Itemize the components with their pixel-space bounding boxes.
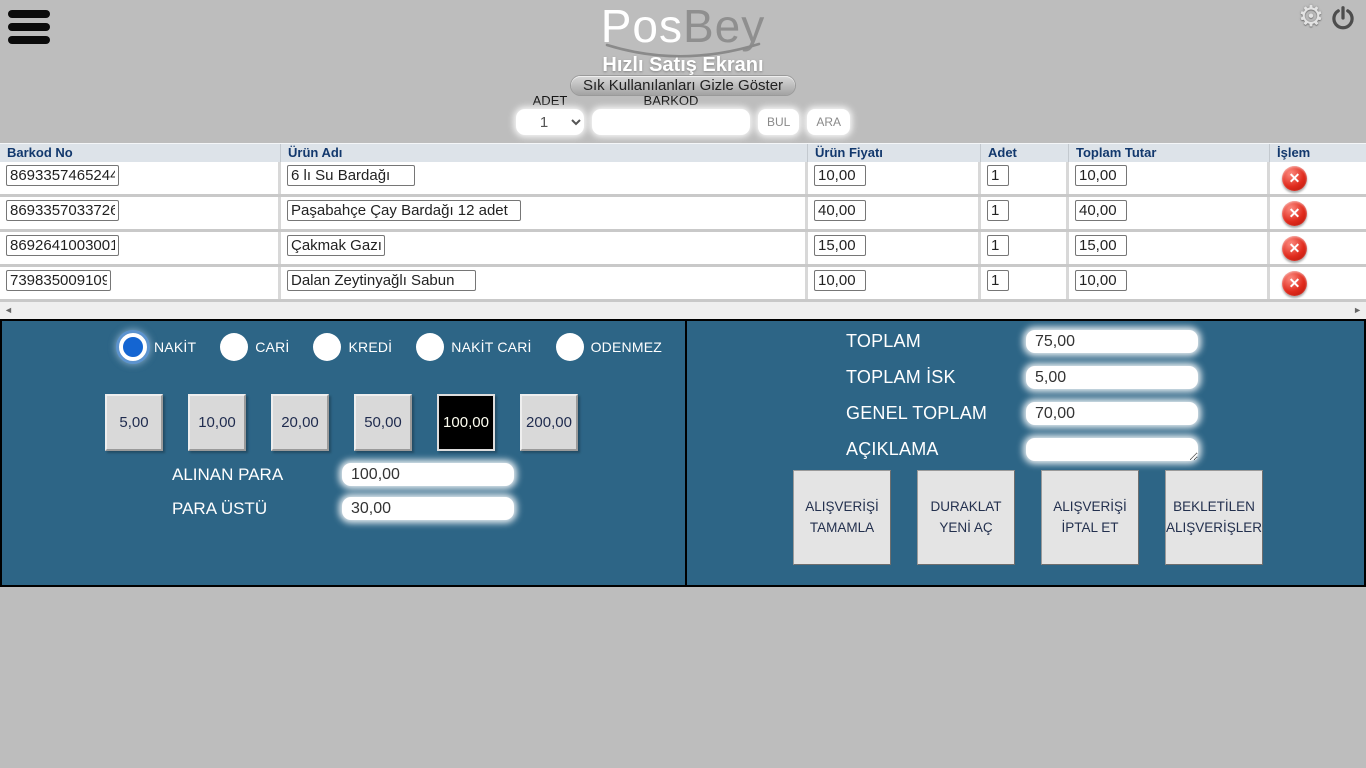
denom-button-100[interactable]: 100,00 <box>437 394 495 451</box>
bul-button[interactable]: BUL <box>758 109 799 135</box>
radio-icon[interactable] <box>556 333 584 361</box>
alisverisi-iptal-et-button[interactable]: ALIŞVERİŞİ İPTAL ET <box>1041 470 1139 565</box>
payment-method-label: CARİ <box>255 339 289 355</box>
para-ustu-input[interactable] <box>342 497 514 520</box>
alisverisi-tamamla-button[interactable]: ALIŞVERİŞİ TAMAMLA <box>793 470 891 565</box>
scroll-right-arrow-icon[interactable]: ► <box>1353 306 1362 315</box>
denom-button-20[interactable]: 20,00 <box>271 394 329 451</box>
row-toplam-input[interactable] <box>1075 270 1127 291</box>
delete-row-icon[interactable]: ✕ <box>1282 236 1307 261</box>
row-toplam-input[interactable] <box>1075 200 1127 221</box>
aciklama-textarea[interactable] <box>1026 438 1198 461</box>
header: PosBey ⚙ Hızlı Satış Ekranı Sık Kullanıl… <box>0 0 1366 143</box>
denomination-buttons: 5,00 10,00 20,00 50,00 100,00 200,00 <box>2 361 685 451</box>
payment-method-label: KREDİ <box>348 339 392 355</box>
payment-method-nakit[interactable]: NAKİT <box>119 333 196 361</box>
row-barkod-input[interactable] <box>6 200 119 221</box>
alinan-para-label: ALINAN PARA <box>172 465 342 485</box>
page-title: Hızlı Satış Ekranı <box>0 54 1366 77</box>
row-fiyat-input[interactable] <box>814 165 866 186</box>
radio-icon[interactable] <box>220 333 248 361</box>
row-barkod-input[interactable] <box>6 270 111 291</box>
genel-toplam-input[interactable] <box>1026 402 1198 425</box>
column-header-urun-adi: Ürün Adı <box>281 144 808 162</box>
payment-method-kredi[interactable]: KREDİ <box>313 333 392 361</box>
logo-pos: Pos <box>601 0 683 52</box>
toplam-isk-input[interactable] <box>1026 366 1198 389</box>
payment-left-section: NAKİT CARİ KREDİ NAKİT CARİ ODENMEZ 5,00… <box>2 321 685 585</box>
row-fiyat-input[interactable] <box>814 200 866 221</box>
delete-row-icon[interactable]: ✕ <box>1282 271 1307 296</box>
totals-section: TOPLAM TOPLAM İSK GENEL TOPLAM AÇIKLAMA … <box>685 321 1364 585</box>
radio-selected-icon[interactable] <box>119 333 147 361</box>
table-row: ✕ <box>0 197 1366 232</box>
adet-label: ADET <box>533 93 568 108</box>
table-row: ✕ <box>0 162 1366 197</box>
payment-method-label: NAKİT <box>154 339 196 355</box>
row-urun-adi-input[interactable] <box>287 200 521 221</box>
payment-methods: NAKİT CARİ KREDİ NAKİT CARİ ODENMEZ <box>2 321 685 361</box>
table-header-row: Barkod No Ürün Adı Ürün Fiyatı Adet Topl… <box>0 143 1366 162</box>
sale-items-table: Barkod No Ürün Adı Ürün Fiyatı Adet Topl… <box>0 143 1366 319</box>
delete-row-icon[interactable]: ✕ <box>1282 166 1307 191</box>
radio-icon[interactable] <box>313 333 341 361</box>
settings-gear-icon[interactable]: ⚙ <box>1298 3 1324 32</box>
row-barkod-input[interactable] <box>6 165 119 186</box>
aciklama-label: AÇIKLAMA <box>846 439 1026 460</box>
ara-button[interactable]: ARA <box>807 109 850 135</box>
column-header-barkod: Barkod No <box>0 144 281 162</box>
column-header-islem: İşlem <box>1270 144 1366 162</box>
row-toplam-input[interactable] <box>1075 235 1127 256</box>
denom-button-10[interactable]: 10,00 <box>188 394 246 451</box>
payment-method-cari[interactable]: CARİ <box>220 333 289 361</box>
search-row: ADET 1 BARKOD BUL ARA <box>0 93 1366 135</box>
action-buttons: ALIŞVERİŞİ TAMAMLA DURAKLAT YENİ AÇ ALIŞ… <box>687 461 1364 565</box>
row-adet-input[interactable] <box>987 200 1009 221</box>
denom-button-200[interactable]: 200,00 <box>520 394 578 451</box>
toplam-isk-label: TOPLAM İSK <box>846 367 1026 388</box>
payment-method-label: NAKİT CARİ <box>451 339 531 355</box>
toplam-label: TOPLAM <box>846 331 1026 352</box>
power-icon[interactable] <box>1330 5 1356 31</box>
scroll-left-arrow-icon[interactable]: ◄ <box>4 306 13 315</box>
row-urun-adi-input[interactable] <box>287 165 415 186</box>
row-urun-adi-input[interactable] <box>287 235 385 256</box>
toplam-input[interactable] <box>1026 330 1198 353</box>
delete-row-icon[interactable]: ✕ <box>1282 201 1307 226</box>
table-row: ✕ <box>0 232 1366 267</box>
payment-method-nakit-cari[interactable]: NAKİT CARİ <box>416 333 531 361</box>
adet-select[interactable]: 1 <box>516 109 584 135</box>
row-adet-input[interactable] <box>987 270 1009 291</box>
radio-icon[interactable] <box>416 333 444 361</box>
logo-bey: Bey <box>683 0 765 52</box>
barkod-input[interactable] <box>592 109 750 135</box>
column-header-urun-fiyati: Ürün Fiyatı <box>808 144 981 162</box>
row-fiyat-input[interactable] <box>814 270 866 291</box>
row-fiyat-input[interactable] <box>814 235 866 256</box>
denom-button-50[interactable]: 50,00 <box>354 394 412 451</box>
row-barkod-input[interactable] <box>6 235 119 256</box>
row-toplam-input[interactable] <box>1075 165 1127 186</box>
barkod-label: BARKOD <box>644 93 699 108</box>
bekletilen-alisverisler-button[interactable]: BEKLETİLEN ALIŞVERİŞLER <box>1165 470 1263 565</box>
payment-panel: NAKİT CARİ KREDİ NAKİT CARİ ODENMEZ 5,00… <box>0 319 1366 587</box>
row-adet-input[interactable] <box>987 165 1009 186</box>
para-ustu-label: PARA ÜSTÜ <box>172 499 342 519</box>
row-adet-input[interactable] <box>987 235 1009 256</box>
table-row: ✕ <box>0 267 1366 302</box>
denom-button-5[interactable]: 5,00 <box>105 394 163 451</box>
column-header-adet: Adet <box>981 144 1069 162</box>
alinan-para-input[interactable] <box>342 463 514 486</box>
row-urun-adi-input[interactable] <box>287 270 476 291</box>
payment-method-label: ODENMEZ <box>591 339 662 355</box>
genel-toplam-label: GENEL TOPLAM <box>846 403 1026 424</box>
horizontal-scrollbar[interactable]: ◄ ► <box>0 302 1366 319</box>
column-header-toplam-tutar: Toplam Tutar <box>1069 144 1270 162</box>
duraklat-yeni-ac-button[interactable]: DURAKLAT YENİ AÇ <box>917 470 1015 565</box>
payment-method-odenmez[interactable]: ODENMEZ <box>556 333 662 361</box>
